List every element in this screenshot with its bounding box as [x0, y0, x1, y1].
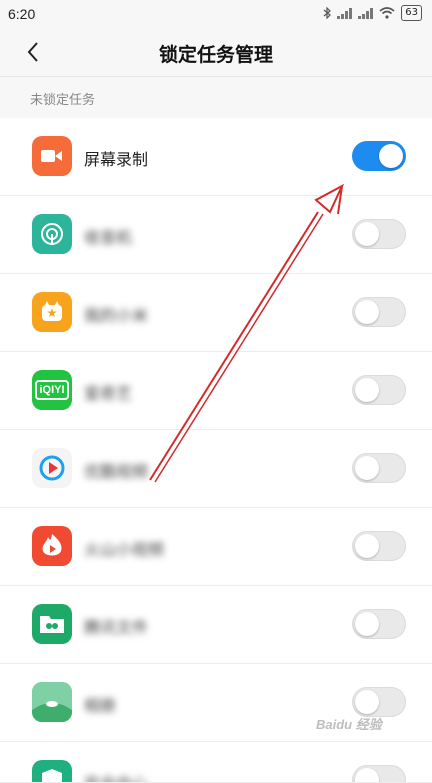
iqiyi-icon: iQIYI: [32, 370, 72, 410]
youku-icon: [32, 448, 72, 488]
folder-icon: [32, 604, 72, 644]
lock-toggle[interactable]: [352, 687, 406, 717]
lock-toggle[interactable]: [352, 609, 406, 639]
list-item: 火山小视频: [0, 508, 432, 586]
toggle-knob: [355, 690, 379, 714]
toggle-knob: [355, 378, 379, 402]
lock-toggle[interactable]: [352, 375, 406, 405]
toggle-knob: [355, 300, 379, 324]
header-bar: 锁定任务管理: [0, 28, 432, 76]
baidu-watermark: Baidu 经验: [316, 717, 382, 732]
toggle-knob: [355, 222, 379, 246]
lock-toggle[interactable]: [352, 297, 406, 327]
signal-icon: [337, 7, 353, 19]
battery-indicator: 63: [401, 5, 422, 21]
section-header: 未锁定任务: [0, 76, 432, 117]
lock-toggle[interactable]: [352, 141, 406, 171]
status-bar: 6:20 63: [0, 0, 432, 28]
toggle-knob: [355, 534, 379, 558]
gallery-icon: [32, 682, 72, 722]
video-icon: [32, 136, 72, 176]
app-name: 火山小视频: [84, 540, 165, 559]
radio-icon: [32, 214, 72, 254]
bluetooth-icon: [323, 7, 332, 19]
lock-toggle[interactable]: [352, 219, 406, 249]
wifi-icon: [379, 7, 395, 19]
app-name: 安全中心: [84, 770, 148, 782]
lock-toggle[interactable]: [352, 531, 406, 561]
list-item: 我的小米: [0, 274, 432, 352]
app-list: 屏幕录制 收音机 我的小米 iQIYI 爱奇艺 优酷视频 火山小视频 腾讯文件 …: [0, 118, 432, 783]
app-name: 相册: [84, 696, 117, 715]
lock-toggle[interactable]: [352, 453, 406, 483]
mi-icon: [32, 292, 72, 332]
status-time: 6:20: [8, 6, 36, 22]
app-name: 收音机: [84, 228, 133, 247]
app-name: 屏幕录制: [84, 150, 149, 169]
toggle-knob: [355, 456, 379, 480]
list-item: 屏幕录制: [0, 118, 432, 196]
app-name: 我的小米: [84, 306, 149, 325]
list-item: iQIYI 爱奇艺: [0, 352, 432, 430]
toggle-knob: [355, 612, 379, 636]
page-title: 锁定任务管理: [158, 44, 273, 66]
app-name: 优酷视频: [84, 462, 149, 481]
lock-toggle[interactable]: [352, 765, 406, 782]
toggle-knob: [379, 144, 403, 168]
list-item: 优酷视频: [0, 430, 432, 508]
list-item: 腾讯文件: [0, 586, 432, 664]
app-name: 爱奇艺: [84, 384, 133, 403]
status-icons: 63: [323, 5, 422, 21]
flame-icon: [32, 526, 72, 566]
toggle-knob: [355, 768, 379, 782]
signal-icon-2: [358, 7, 374, 19]
section-label: 未锁定任务: [30, 93, 96, 108]
security-icon: [32, 760, 72, 782]
app-name: 腾讯文件: [84, 618, 149, 637]
list-item: 收音机: [0, 196, 432, 274]
